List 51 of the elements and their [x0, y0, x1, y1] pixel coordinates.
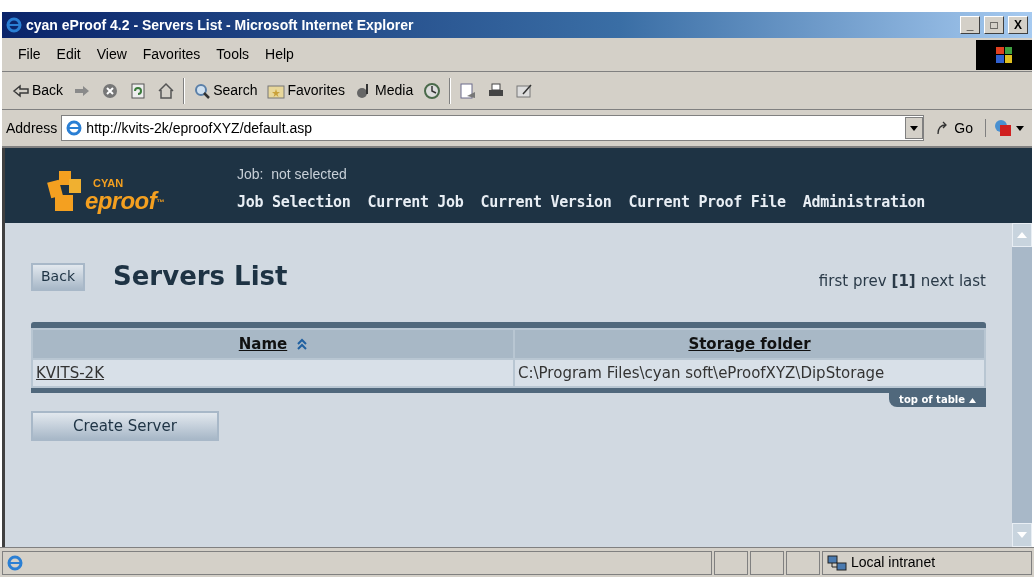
menu-item[interactable]: Tools [208, 44, 258, 65]
toolbar-button[interactable]: Back [10, 80, 66, 101]
menu-item[interactable]: Help [257, 44, 302, 65]
window-control-button[interactable]: X [1008, 16, 1028, 34]
server-name-link[interactable]: KVITS-2K [33, 360, 513, 386]
menu-item[interactable]: File [10, 44, 49, 65]
nav-link[interactable]: Current Version [480, 190, 612, 213]
table-cell: C:\Program Files\cyan soft\eProofXYZ\DipStorage [515, 360, 984, 386]
browser-logo-icon [7, 554, 23, 571]
create-server-button[interactable]: Create Server [31, 411, 219, 441]
address-label: Address [6, 118, 58, 138]
nav-link[interactable]: Current Job [367, 190, 464, 213]
menu-item[interactable]: Favorites [134, 44, 209, 65]
column-header[interactable]: Storage folder [515, 330, 984, 358]
nav-link[interactable]: Job Selection [237, 190, 351, 213]
page-title: Servers List [113, 260, 288, 293]
nav-link[interactable]: Administration [802, 190, 925, 213]
pager-link[interactable]: next [920, 270, 954, 293]
menu-item[interactable]: View [88, 44, 135, 65]
up-caret-icon [969, 397, 976, 403]
window-title: cyan eProof 4.2 - Servers List - Microsoft Internet Explorer [26, 15, 415, 35]
dropdown-arrow-icon [1016, 125, 1024, 131]
home-icon [157, 81, 176, 100]
nav-link[interactable]: Current Proof File [628, 190, 786, 213]
search-icon [193, 81, 212, 100]
refresh-icon [129, 81, 148, 100]
toolbar-button[interactable]: Favorites [265, 80, 348, 101]
pager-link[interactable]: last [958, 270, 986, 293]
security-zone: Local intranet [851, 553, 936, 572]
windows-flag-icon [976, 39, 1032, 70]
logo-drawing: CYAN eproof$^{™}$ [45, 163, 215, 213]
top-of-table-link[interactable]: top of table [889, 393, 986, 407]
history-clock-icon [423, 81, 442, 100]
address-field[interactable]: http://kvits-2k/eproofXYZ/default.asp [61, 115, 925, 141]
back-button[interactable]: Back [31, 262, 85, 291]
column-header[interactable]: Name [33, 330, 513, 358]
sort-ascending-icon [297, 338, 308, 350]
stop-icon [101, 81, 120, 100]
pager-link[interactable]: [1] [891, 270, 916, 293]
pager-link[interactable]: prev [853, 270, 887, 293]
window-control-button[interactable]: □ [984, 16, 1004, 34]
pager-link[interactable]: first [818, 270, 849, 293]
toolbar-button[interactable]: Media [353, 80, 416, 101]
job-status: Job: not selected [237, 164, 348, 184]
browser-logo-icon [66, 120, 83, 136]
window-control-button[interactable]: _ [960, 16, 980, 34]
network-icon [827, 553, 847, 572]
browser-logo-icon [6, 17, 22, 33]
go-button[interactable]: Go [928, 117, 981, 139]
toolbar-button[interactable]: Search [191, 80, 260, 101]
menu-item[interactable]: Edit [48, 44, 89, 65]
